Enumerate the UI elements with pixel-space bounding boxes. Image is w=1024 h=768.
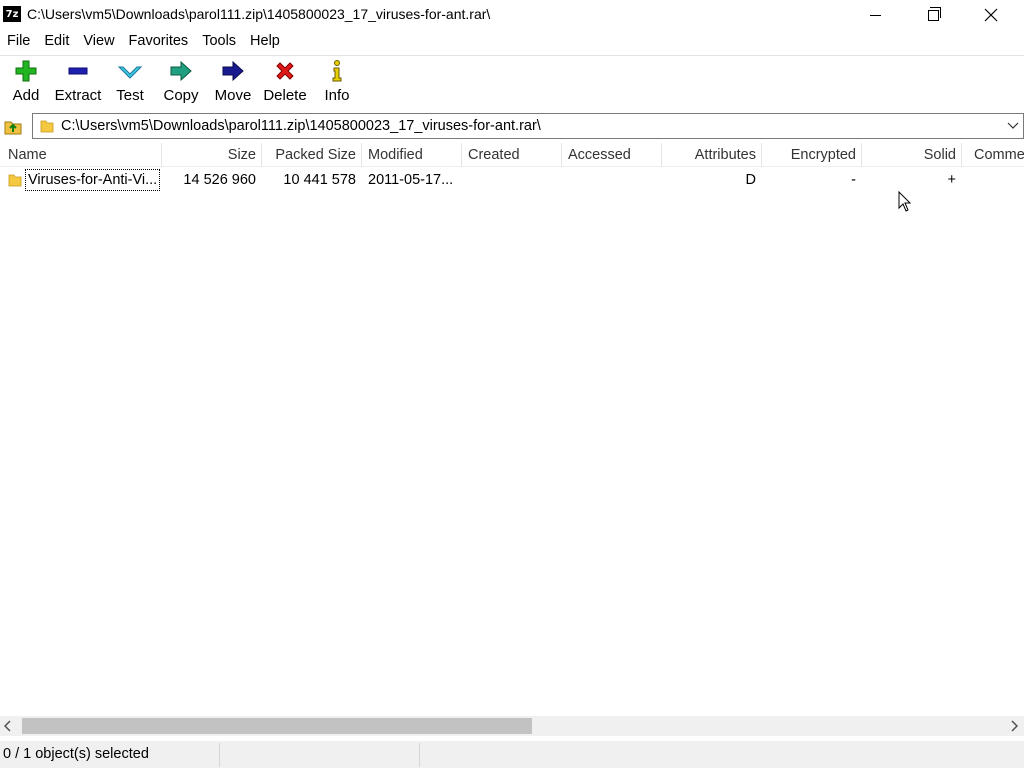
- info-button[interactable]: Info: [311, 58, 363, 110]
- table-row[interactable]: Viruses-for-Anti-Vi... 14 526 960 10 441…: [0, 168, 1024, 192]
- close-icon: [984, 8, 998, 22]
- address-bar: C:\Users\vm5\Downloads\parol111.zip\1405…: [0, 111, 1024, 140]
- copy-arrow-icon: [170, 60, 192, 82]
- copy-label: Copy: [163, 87, 199, 104]
- up-folder-icon: [4, 121, 22, 135]
- column-comment[interactable]: Comme: [974, 147, 1024, 163]
- delete-label: Delete: [263, 87, 307, 104]
- column-divider[interactable]: [561, 143, 562, 167]
- folder-icon: [40, 120, 54, 133]
- menu-favorites[interactable]: Favorites: [122, 31, 196, 53]
- column-divider[interactable]: [961, 143, 962, 167]
- column-attributes[interactable]: Attributes: [662, 147, 756, 163]
- column-divider[interactable]: [461, 143, 462, 167]
- menu-file[interactable]: File: [0, 31, 37, 53]
- menu-tools[interactable]: Tools: [195, 31, 243, 53]
- test-label: Test: [116, 87, 144, 104]
- list-header: Name Size Packed Size Modified Created A…: [0, 143, 1024, 167]
- address-field[interactable]: C:\Users\vm5\Downloads\parol111.zip\1405…: [32, 113, 1024, 139]
- minimize-icon: [869, 14, 881, 16]
- file-packed-size: 10 441 578: [283, 172, 356, 188]
- window-title: C:\Users\vm5\Downloads\parol111.zip\1405…: [27, 6, 491, 22]
- file-solid: +: [947, 172, 956, 188]
- scroll-right-icon[interactable]: [1010, 720, 1019, 735]
- extract-button[interactable]: Extract: [52, 58, 104, 110]
- close-button[interactable]: [962, 0, 1020, 30]
- status-bar: 0 / 1 object(s) selected: [0, 741, 1024, 768]
- move-button[interactable]: Move: [207, 58, 259, 110]
- scrollbar-thumb[interactable]: [22, 718, 532, 734]
- file-name[interactable]: Viruses-for-Anti-Vi...: [25, 169, 161, 191]
- column-modified[interactable]: Modified: [368, 147, 423, 163]
- menu-edit[interactable]: Edit: [37, 31, 76, 53]
- horizontal-scrollbar[interactable]: [0, 716, 1024, 736]
- restore-button[interactable]: [904, 0, 962, 30]
- chevron-down-icon[interactable]: [1007, 119, 1019, 131]
- restore-icon: [927, 6, 941, 21]
- scroll-left-icon[interactable]: [3, 720, 12, 735]
- add-label: Add: [12, 87, 40, 104]
- menu-view[interactable]: View: [76, 31, 121, 53]
- folder-icon: [8, 174, 22, 187]
- mouse-cursor-icon: [898, 191, 912, 212]
- menu-bar: File Edit View Favorites Tools Help: [0, 31, 287, 53]
- column-encrypted[interactable]: Encrypted: [762, 147, 856, 163]
- status-divider: [419, 743, 420, 767]
- column-size[interactable]: Size: [162, 147, 256, 163]
- column-packed-size[interactable]: Packed Size: [262, 147, 356, 163]
- add-button[interactable]: Add: [0, 58, 52, 110]
- test-button[interactable]: Test: [104, 58, 156, 110]
- plus-icon: [15, 60, 37, 82]
- address-path: C:\Users\vm5\Downloads\parol111.zip\1405…: [61, 118, 541, 134]
- column-created[interactable]: Created: [468, 147, 520, 163]
- column-solid[interactable]: Solid: [862, 147, 956, 163]
- check-icon: [118, 66, 142, 79]
- column-divider[interactable]: [361, 143, 362, 167]
- file-encrypted: -: [851, 172, 856, 188]
- extract-label: Extract: [54, 87, 102, 104]
- toolbar: Add Extract Test Copy Move Delete Info: [0, 55, 1024, 111]
- move-arrow-icon: [222, 60, 244, 82]
- move-label: Move: [214, 87, 252, 104]
- minus-icon: [68, 67, 88, 75]
- minimize-button[interactable]: [846, 0, 904, 30]
- x-icon: [276, 62, 294, 80]
- file-modified: 2011-05-17...: [368, 172, 454, 188]
- file-size: 14 526 960: [183, 172, 256, 188]
- up-folder-button[interactable]: [3, 116, 23, 136]
- app-icon: 7z: [3, 6, 21, 22]
- info-icon: [332, 60, 342, 82]
- column-accessed[interactable]: Accessed: [568, 147, 631, 163]
- title-bar: 7z C:\Users\vm5\Downloads\parol111.zip\1…: [0, 0, 1024, 30]
- file-attributes: D: [745, 172, 756, 188]
- status-divider: [219, 743, 220, 767]
- copy-button[interactable]: Copy: [155, 58, 207, 110]
- info-label: Info: [324, 87, 350, 104]
- status-selection: 0 / 1 object(s) selected: [3, 746, 149, 762]
- app-icon-text: 7z: [5, 8, 19, 20]
- menu-help[interactable]: Help: [243, 31, 287, 53]
- delete-button[interactable]: Delete: [259, 58, 311, 110]
- column-name[interactable]: Name: [8, 147, 47, 163]
